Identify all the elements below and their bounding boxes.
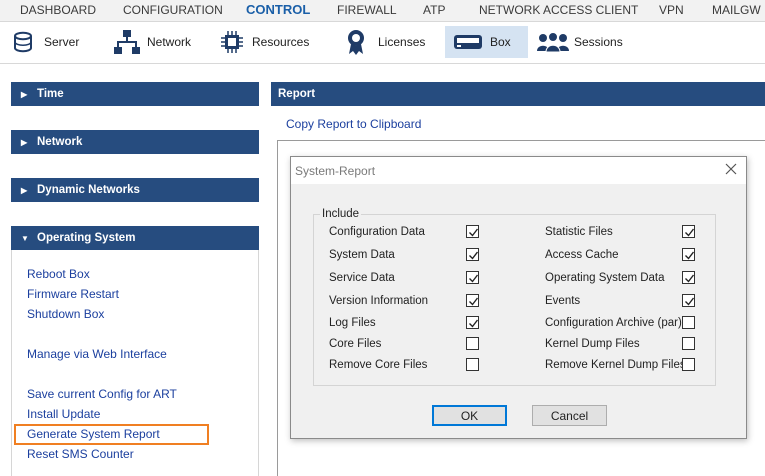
option-access-cache-label: Access Cache (545, 249, 619, 261)
nav-control[interactable]: CONTROL (246, 2, 310, 17)
log-files-checkbox[interactable] (466, 316, 479, 329)
report-header-label: Report (278, 88, 316, 100)
expand-triangle-icon: ▶ (21, 89, 28, 99)
sub-toolbar: Server Network Resources Licenses Box Se… (0, 22, 765, 64)
events-checkbox[interactable] (682, 294, 695, 307)
option-core-files-label: Core Files (329, 338, 382, 350)
dialog-titlebar[interactable]: System-Report (291, 157, 746, 184)
kernel-dump-files-checkbox[interactable] (682, 337, 695, 350)
tab-licenses[interactable]: Licenses (343, 26, 425, 58)
dialog-title: System-Report (295, 164, 376, 178)
option-remove-kernel-dump-files-label: Remove Kernel Dump Files (545, 359, 686, 371)
reset-sms-counter-link[interactable]: Reset SMS Counter (27, 447, 134, 461)
core-files-checkbox[interactable] (466, 337, 479, 350)
service-data-checkbox[interactable] (466, 271, 479, 284)
ok-button[interactable]: OK (432, 405, 507, 426)
expand-triangle-icon: ▶ (21, 137, 28, 147)
generate-system-report-link[interactable]: Generate System Report (27, 427, 160, 441)
top-navigation: DASHBOARD CONFIGURATION CONTROL FIREWALL… (0, 0, 765, 22)
box-icon (452, 31, 484, 53)
tab-box[interactable]: Box (445, 26, 528, 58)
system-data-checkbox[interactable] (466, 248, 479, 261)
manage-web-interface-link[interactable]: Manage via Web Interface (27, 347, 167, 361)
option-service-data-label: Service Data (329, 272, 395, 284)
section-network-header[interactable]: ▶ Network (11, 130, 259, 154)
save-config-art-link[interactable]: Save current Config for ART (27, 387, 177, 401)
section-operating-system-label: Operating System (37, 232, 136, 244)
section-dynamic-networks-header[interactable]: ▶ Dynamic Networks (11, 178, 259, 202)
resources-icon (218, 28, 246, 56)
option-configuration-data-label: Configuration Data (329, 226, 425, 238)
nav-mailgw[interactable]: MAILGW (712, 3, 761, 17)
section-operating-system-header[interactable]: ▼ Operating System (11, 226, 259, 250)
close-icon[interactable] (724, 162, 738, 176)
tab-network[interactable]: Network (113, 26, 191, 58)
option-system-data-label: System Data (329, 249, 395, 261)
shutdown-box-link[interactable]: Shutdown Box (27, 307, 104, 321)
section-time-label: Time (37, 88, 64, 100)
server-icon (12, 29, 38, 55)
option-version-information-label: Version Information (329, 295, 429, 307)
option-operating-system-data-label: Operating System Data (545, 272, 665, 284)
nav-atp[interactable]: ATP (423, 3, 445, 17)
tab-resources[interactable]: Resources (218, 26, 309, 58)
option-configuration-archive-label: Configuration Archive (par) (545, 317, 682, 329)
remove-kernel-dump-files-checkbox[interactable] (682, 358, 695, 371)
include-group-label: Include (320, 208, 362, 220)
install-update-link[interactable]: Install Update (27, 407, 100, 421)
collapse-triangle-icon: ▼ (21, 233, 29, 243)
nav-dashboard[interactable]: DASHBOARD (20, 3, 96, 17)
expand-triangle-icon: ▶ (21, 185, 28, 195)
system-report-dialog: System-Report Include Configuration Data… (290, 156, 747, 439)
nav-vpn[interactable]: VPN (659, 3, 684, 17)
tab-sessions[interactable]: Sessions (536, 26, 623, 58)
licenses-icon (343, 28, 369, 56)
tab-server[interactable]: Server (12, 26, 79, 58)
tab-licenses-label: Licenses (378, 35, 426, 49)
report-header: Report (271, 82, 765, 106)
tab-resources-label: Resources (252, 35, 310, 49)
nav-network-access-client[interactable]: NETWORK ACCESS CLIENT (479, 3, 638, 17)
option-kernel-dump-files-label: Kernel Dump Files (545, 338, 640, 350)
copy-report-link[interactable]: Copy Report to Clipboard (286, 117, 421, 131)
nav-configuration[interactable]: CONFIGURATION (123, 3, 223, 17)
tab-server-label: Server (44, 35, 80, 49)
network-icon (113, 28, 141, 56)
configuration-data-checkbox[interactable] (466, 225, 479, 238)
firmware-restart-link[interactable]: Firmware Restart (27, 287, 119, 301)
sessions-icon (536, 30, 570, 54)
option-remove-core-files-label: Remove Core Files (329, 359, 428, 371)
remove-core-files-checkbox[interactable] (466, 358, 479, 371)
cancel-button[interactable]: Cancel (532, 405, 607, 426)
operating-system-data-checkbox[interactable] (682, 271, 695, 284)
option-events-label: Events (545, 295, 581, 307)
version-information-checkbox[interactable] (466, 294, 479, 307)
access-cache-checkbox[interactable] (682, 248, 695, 261)
tab-network-label: Network (147, 35, 192, 49)
nav-firewall[interactable]: FIREWALL (337, 3, 397, 17)
option-log-files-label: Log Files (329, 317, 376, 329)
operating-system-panel: Reboot Box Firmware Restart Shutdown Box… (11, 250, 259, 476)
tab-sessions-label: Sessions (574, 35, 623, 49)
statistic-files-checkbox[interactable] (682, 225, 695, 238)
option-statistic-files-label: Statistic Files (545, 226, 613, 238)
configuration-archive-checkbox[interactable] (682, 316, 695, 329)
section-dynamic-networks-label: Dynamic Networks (37, 184, 140, 196)
reboot-box-link[interactable]: Reboot Box (27, 267, 90, 281)
tab-box-label: Box (490, 35, 511, 49)
section-network-label: Network (37, 136, 83, 148)
section-time-header[interactable]: ▶ Time (11, 82, 259, 106)
